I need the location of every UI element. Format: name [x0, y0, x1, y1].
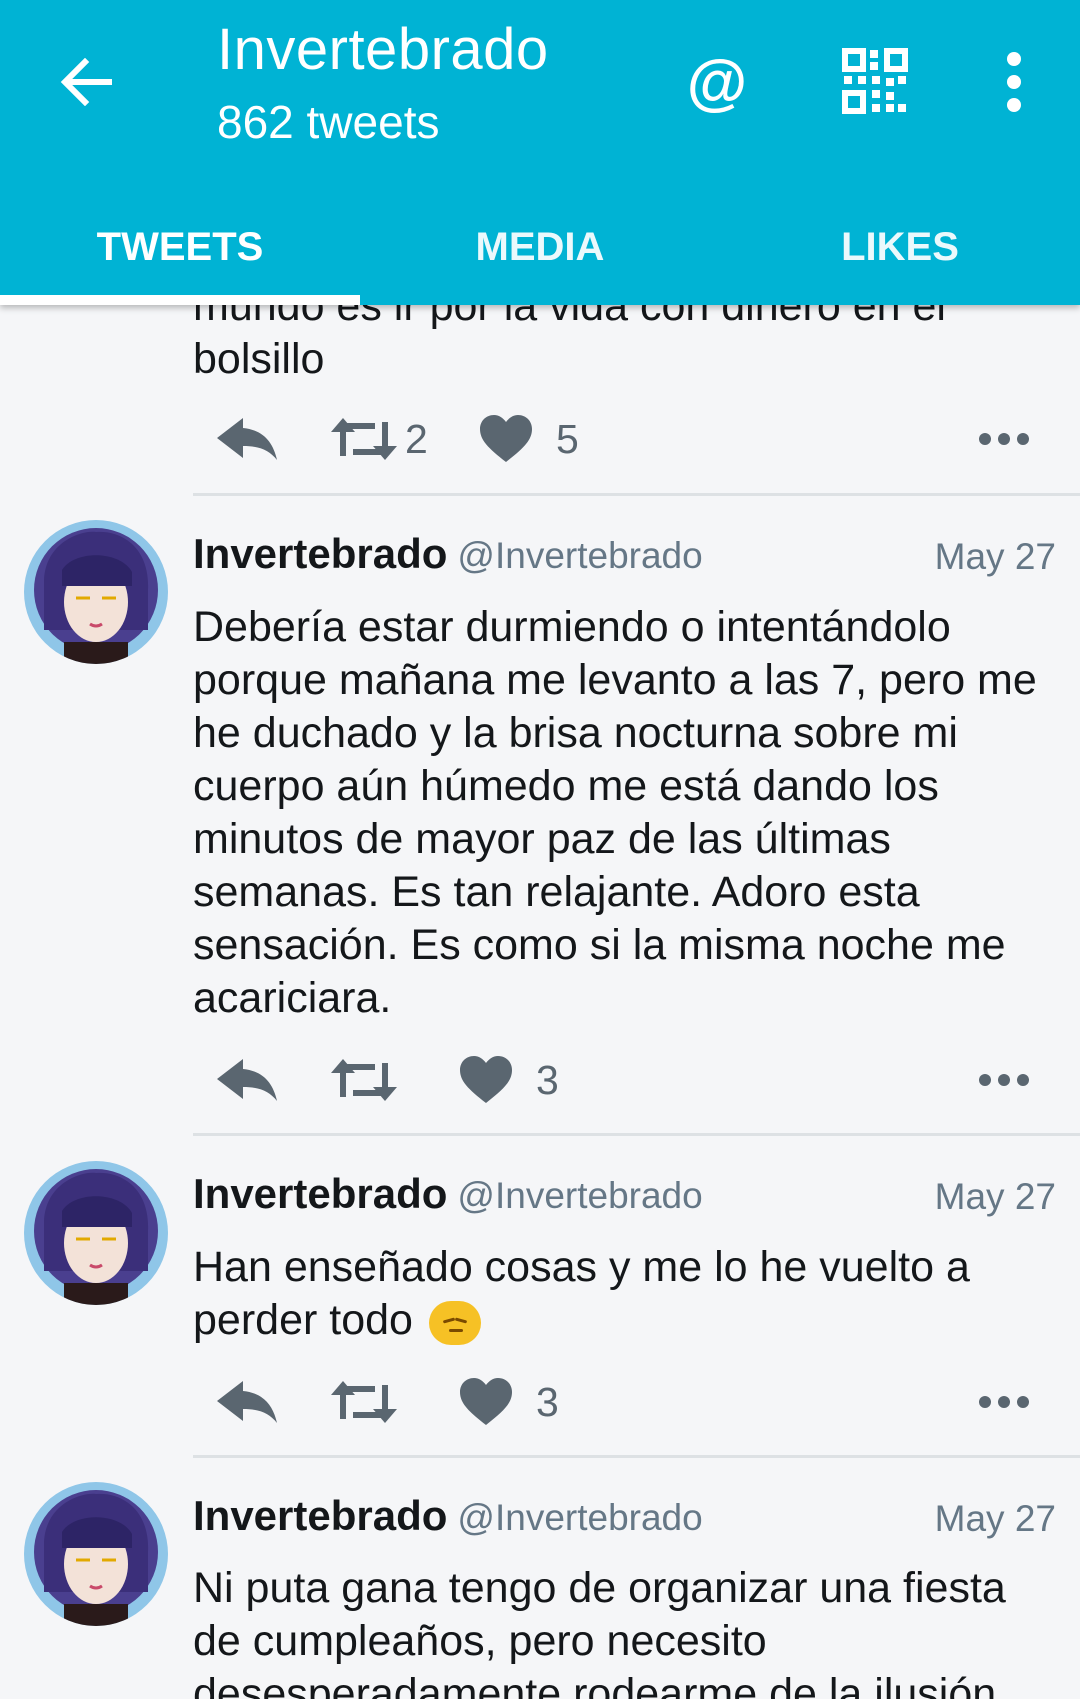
retweet-icon: [331, 418, 397, 460]
profile-tabs: TWEETS MEDIA LIKES: [0, 190, 1080, 305]
more-horiz-icon: [979, 1074, 1029, 1086]
avatar[interactable]: [24, 520, 168, 664]
divider: [193, 1133, 1080, 1136]
reply-icon: [217, 418, 277, 460]
like-count: 3: [536, 1378, 559, 1425]
more-horiz-icon: [979, 1396, 1029, 1408]
author-name[interactable]: Invertebrado: [193, 1170, 447, 1217]
reply-icon: [217, 1381, 277, 1423]
tweet-header: Invertebrado @Invertebrado: [193, 530, 703, 578]
more-vert-icon-dot: [1007, 52, 1021, 67]
author-handle[interactable]: @Invertebrado: [457, 535, 702, 576]
retweet-button[interactable]: 2: [331, 404, 428, 474]
tweet-actions: 2 5: [193, 404, 1053, 474]
heart-icon: [460, 1056, 512, 1103]
reply-button[interactable]: [213, 404, 279, 474]
back-arrow-icon: [60, 58, 112, 106]
tweet-actions: 3: [193, 1367, 1053, 1437]
author-name[interactable]: Invertebrado: [193, 1492, 447, 1539]
like-count: 3: [536, 1056, 559, 1103]
app-bar: Invertebrado 862 tweets @ TWEETS MEDIA L…: [0, 0, 1080, 305]
more-horiz-icon: [979, 433, 1029, 445]
reply-icon: [217, 1059, 277, 1101]
reply-button[interactable]: [213, 1367, 279, 1437]
tweet-date: May 27: [934, 1498, 1056, 1539]
tweet-text: Han enseñado cosas y me lo he vuelto a p…: [193, 1243, 970, 1344]
author-name[interactable]: Invertebrado: [193, 530, 447, 577]
tweet-header: Invertebrado @Invertebrado: [193, 1492, 703, 1540]
like-button[interactable]: 3: [458, 1367, 559, 1437]
author-handle[interactable]: @Invertebrado: [457, 1497, 702, 1538]
qr-code-button[interactable]: [842, 48, 908, 114]
retweet-count: 2: [405, 415, 428, 462]
tweet-text: Ni puta gana tengo de organizar una fies…: [193, 1564, 1006, 1699]
reply-button[interactable]: [213, 1045, 279, 1115]
mention-button[interactable]: @: [672, 38, 762, 128]
heart-icon: [480, 415, 532, 462]
avatar[interactable]: [24, 1482, 168, 1626]
divider: [193, 1455, 1080, 1458]
page-title: Invertebrado: [217, 17, 549, 82]
tweet-actions: 3: [193, 1045, 1053, 1115]
more-vert-icon-dot: [1007, 74, 1021, 89]
avatar-image: [24, 520, 168, 664]
tweet-header: Invertebrado @Invertebrado: [193, 1170, 703, 1218]
tweet-count: 862 tweets: [217, 96, 440, 148]
app-screen: mundo es ir por la vida con dinero en el…: [0, 0, 1080, 1699]
tweet-more-button[interactable]: [978, 1045, 1030, 1115]
avatar-image: [24, 1161, 168, 1305]
avatar[interactable]: [24, 1161, 168, 1305]
back-button[interactable]: [52, 48, 120, 116]
avatar-image: [24, 1482, 168, 1626]
author-handle[interactable]: @Invertebrado: [457, 1175, 702, 1216]
like-button[interactable]: 5: [478, 404, 579, 474]
more-vert-icon-dot: [1007, 97, 1021, 112]
tab-media[interactable]: MEDIA: [360, 190, 720, 305]
qr-code-icon: [842, 48, 908, 114]
retweet-button[interactable]: [331, 1045, 397, 1115]
tweet-date: May 27: [934, 536, 1056, 577]
tweet-more-button[interactable]: [978, 1367, 1030, 1437]
retweet-button[interactable]: [331, 1367, 397, 1437]
disappointed-face-emoji: [428, 1300, 481, 1345]
like-button[interactable]: 3: [458, 1045, 559, 1115]
tweet-text-block: Han enseñado cosas y me lo he vuelto a p…: [193, 1241, 1053, 1347]
mention-icon: @: [686, 48, 748, 117]
tweet-more-button[interactable]: [978, 404, 1030, 474]
overflow-menu-button[interactable]: [988, 48, 1040, 116]
heart-icon: [460, 1378, 512, 1425]
retweet-icon: [331, 1381, 397, 1423]
like-count: 5: [556, 415, 579, 462]
tab-likes[interactable]: LIKES: [720, 190, 1080, 305]
tab-tweets[interactable]: TWEETS: [0, 190, 360, 305]
tweet-date: May 27: [934, 1176, 1056, 1217]
retweet-icon: [331, 1059, 397, 1101]
tweet-text: Debería estar durmiendo o intentándolo p…: [193, 603, 1037, 1022]
divider: [193, 493, 1080, 496]
